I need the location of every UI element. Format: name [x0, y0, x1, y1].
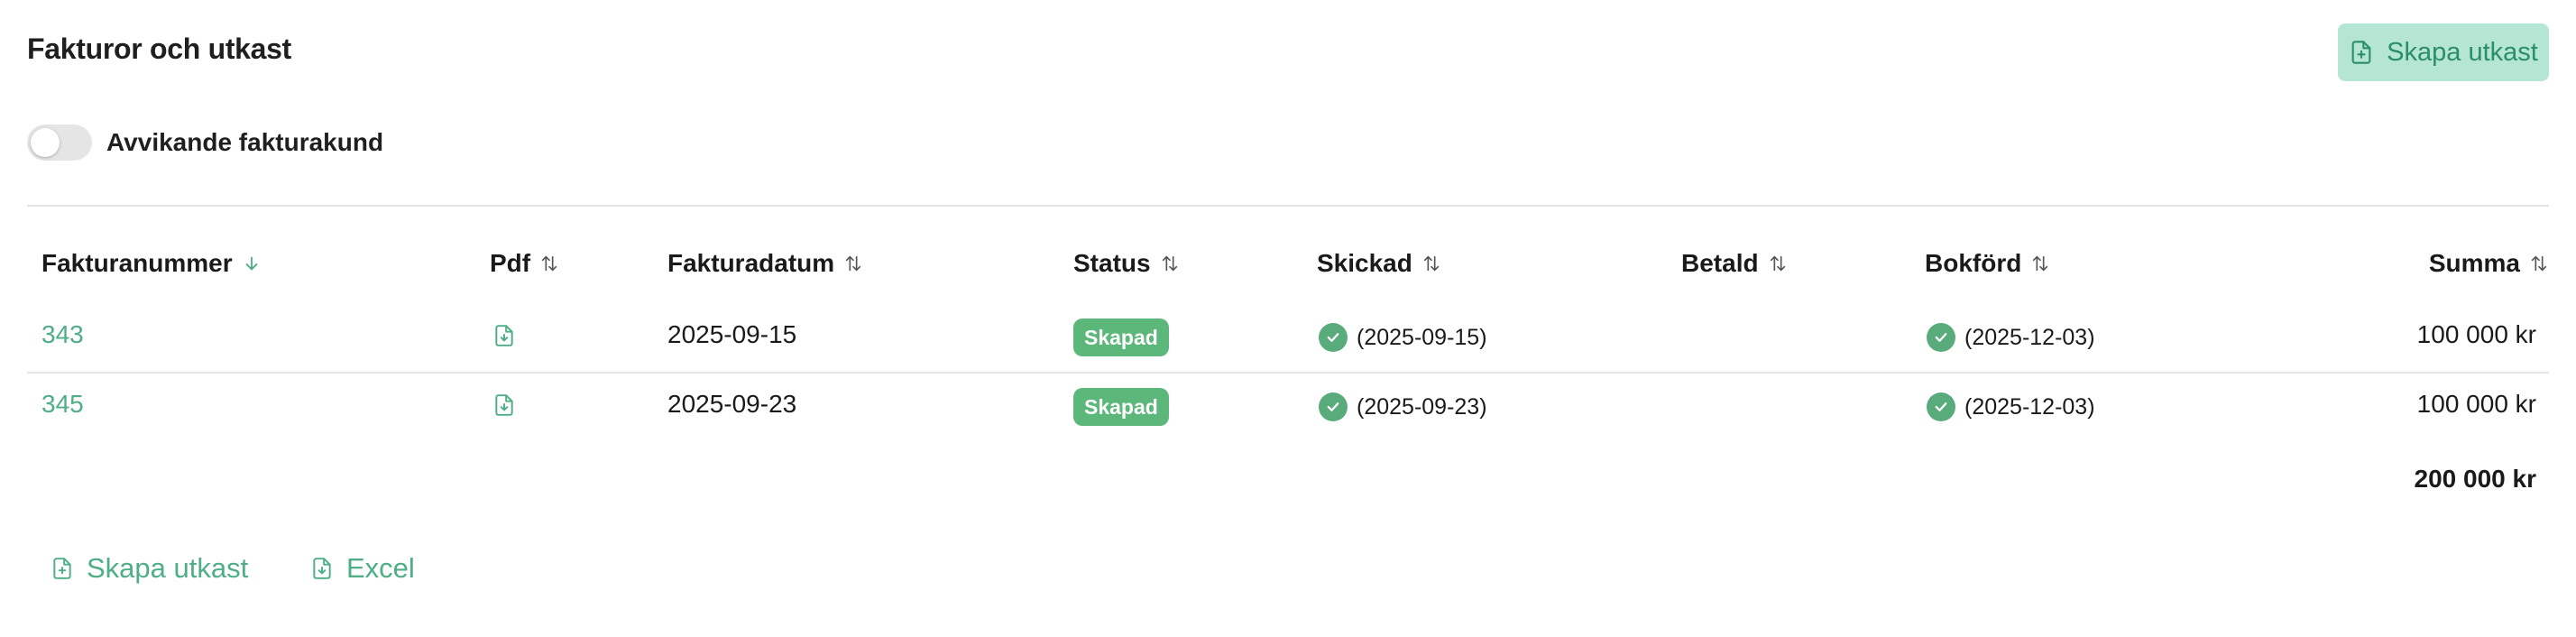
excel-export-button[interactable]: Excel [310, 552, 415, 585]
sent-cell: (2025-09-15) [1319, 323, 1487, 352]
invoice-date: 2025-09-23 [667, 390, 797, 418]
check-circle-icon [1319, 323, 1348, 352]
toggle-label: Avvikande fakturakund [106, 128, 384, 156]
booked-date: (2025-12-03) [1964, 393, 2095, 420]
file-plus-icon [2351, 41, 2371, 64]
sort-arrows-icon [541, 255, 557, 272]
booked-cell: (2025-12-03) [1927, 392, 2095, 421]
booked-date: (2025-12-03) [1964, 324, 2095, 350]
invoice-date: 2025-09-15 [667, 320, 797, 348]
file-download-icon [313, 558, 331, 579]
column-label: Summa [2428, 249, 2520, 277]
check-circle-icon [1319, 392, 1348, 421]
column-label: Fakturanummer [41, 249, 233, 277]
column-label: Skickad [1317, 249, 1412, 277]
invoice-customer-toggle[interactable] [27, 125, 92, 161]
file-download-icon[interactable] [492, 392, 516, 419]
row-divider [27, 372, 2549, 374]
sent-date: (2025-09-23) [1357, 393, 1487, 420]
invoice-sum: 100 000 kr [2416, 320, 2536, 348]
excel-label: Excel [346, 552, 415, 584]
booked-cell: (2025-12-03) [1927, 323, 2095, 352]
column-header-fakturanummer[interactable]: Fakturanummer [41, 249, 262, 278]
sort-arrows-icon [2033, 255, 2048, 272]
arrow-down-icon [245, 256, 258, 271]
divider [27, 205, 2549, 207]
footer-create-draft-label: Skapa utkast [87, 552, 249, 584]
column-header-summa[interactable]: Summa [2429, 249, 2549, 278]
sort-arrows-icon [1423, 255, 1440, 272]
column-label: Bokförd [1925, 249, 2022, 277]
column-header-status[interactable]: Status [1073, 249, 1180, 278]
column-header-fakturadatum[interactable]: Fakturadatum [667, 249, 863, 278]
column-label: Status [1073, 249, 1151, 277]
sort-arrows-icon [1162, 255, 1177, 272]
sort-arrows-icon [1770, 255, 1785, 272]
column-label: Pdf [490, 249, 531, 277]
create-draft-button[interactable]: Skapa utkast [2338, 23, 2549, 81]
sort-arrows-icon [845, 255, 861, 272]
file-download-icon[interactable] [492, 322, 516, 349]
invoice-number-link[interactable]: 345 [41, 390, 84, 419]
total-sum: 200 000 kr [2414, 465, 2536, 493]
invoice-sum: 100 000 kr [2416, 390, 2536, 418]
sort-arrows-icon [2531, 255, 2547, 272]
column-header-pdf[interactable]: Pdf [490, 249, 559, 278]
column-header-betald[interactable]: Betald [1681, 249, 1788, 278]
file-plus-icon [53, 558, 71, 579]
column-label: Betald [1681, 249, 1759, 277]
footer-create-draft-button[interactable]: Skapa utkast [51, 552, 248, 585]
status-badge: Skapad [1073, 388, 1169, 426]
page-title: Fakturor och utkast [27, 32, 292, 65]
column-header-skickad[interactable]: Skickad [1317, 249, 1441, 278]
invoice-number-link[interactable]: 343 [41, 320, 84, 349]
sent-date: (2025-09-15) [1357, 324, 1487, 350]
column-label: Fakturadatum [667, 249, 835, 277]
sent-cell: (2025-09-23) [1319, 392, 1487, 421]
check-circle-icon [1927, 323, 1955, 352]
create-draft-label: Skapa utkast [2387, 37, 2538, 67]
check-circle-icon [1927, 392, 1955, 421]
status-badge: Skapad [1073, 318, 1169, 356]
column-header-bokford[interactable]: Bokförd [1925, 249, 2050, 278]
